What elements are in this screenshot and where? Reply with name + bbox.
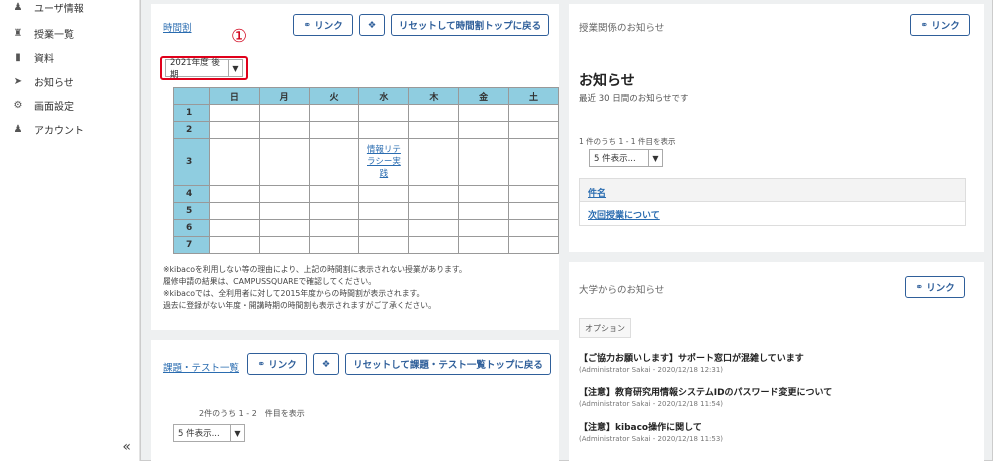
sidebar-item-resources[interactable]: ▮ 資料 xyxy=(12,48,54,66)
class-notices-subheading: 最近 30 日間のお知らせです xyxy=(579,94,689,104)
day-header: 火 xyxy=(308,87,360,105)
sidebar-item-label: ユーザ情報 xyxy=(34,3,84,15)
university-notices-panel: 大学からのお知らせ ⚭ リンク オプション 【ご協力お願いします】サポート窓口が… xyxy=(569,262,984,461)
assignments-expand-button[interactable]: ❖ xyxy=(313,353,339,375)
link-icon: ⚭ xyxy=(920,19,929,31)
assignments-page-size-select[interactable]: 5 件表示... ▼ xyxy=(173,424,245,442)
collapse-sidebar-button[interactable]: « xyxy=(122,439,131,455)
main-content: 時間割 ⚭ リンク ❖ リセットして時間割トップに戻る ① 2021年度 後期 … xyxy=(140,0,993,461)
period-label: 3 xyxy=(173,138,210,186)
class-notices-link-button[interactable]: ⚭ リンク xyxy=(910,14,970,36)
link-icon: ⚭ xyxy=(915,281,924,293)
timetable-reset-button[interactable]: リセットして時間割トップに戻る xyxy=(391,14,549,36)
period-label: 2 xyxy=(173,121,210,139)
class-notices-panel: 授業関係のお知らせ ⚭ リンク お知らせ 最近 30 日間のお知らせです 1 件… xyxy=(569,4,984,252)
subject-column-header[interactable]: 件名 xyxy=(588,186,606,199)
sidebar-item-courses[interactable]: ♜ 授業一覧 xyxy=(12,24,74,42)
news-title-link[interactable]: 【注意】kibaco操作に関して xyxy=(579,420,702,433)
period-label: 7 xyxy=(173,236,210,254)
day-header: 金 xyxy=(458,87,510,105)
timetable-note: ※kibacoを利用しない等の理由により、上記の時間割に表示されない授業がありま… xyxy=(163,265,467,274)
chevron-down-icon: ▼ xyxy=(648,150,662,166)
folder-icon: ▮ xyxy=(15,51,21,63)
period-label: 1 xyxy=(173,104,210,122)
assignments-panel: 課題・テスト一覧 ⚭ リンク ❖ リセットして課題・テスト一覧トップに戻る 2件… xyxy=(151,340,559,461)
expand-icon: ❖ xyxy=(321,358,331,370)
timetable-title[interactable]: 時間割 xyxy=(163,20,192,34)
timetable-note: ※kibacoでは、全利用者に対して2015年度からの時間割が表示されます。 xyxy=(163,289,425,298)
table-row: 次回授業について xyxy=(579,202,966,226)
class-notices-page-size-select[interactable]: 5 件表示... ▼ xyxy=(589,149,663,167)
chevron-down-icon: ▼ xyxy=(230,425,244,441)
class-notices-heading: お知らせ xyxy=(579,73,635,89)
class-notices-table-header: 件名 xyxy=(579,178,966,202)
university-notices-link-button[interactable]: ⚭ リンク xyxy=(905,276,965,298)
assignments-count: 2件のうち 1 - 2 件目を表示 xyxy=(199,409,305,418)
day-header: 土 xyxy=(508,87,559,105)
day-header: 日 xyxy=(208,87,260,105)
sidebar-item-account[interactable]: ♟ アカウント xyxy=(12,120,84,138)
link-icon: ⚭ xyxy=(257,358,266,370)
news-meta: (Administrator Sakai - 2020/12/18 12:31) xyxy=(579,366,724,374)
assignments-link-button[interactable]: ⚭ リンク xyxy=(247,353,307,375)
timetable-link-button[interactable]: ⚭ リンク xyxy=(293,14,353,36)
sidebar-item-label: 画面設定 xyxy=(34,101,74,113)
timetable-cell-course: 情報リテラシー実践 xyxy=(358,138,410,186)
sidebar-item-label: 授業一覧 xyxy=(34,29,74,41)
sidebar-item-label: アカウント xyxy=(34,125,84,137)
term-select[interactable]: 2021年度 後期 ▼ xyxy=(165,58,243,80)
graduation-cap-icon: ♜ xyxy=(13,27,23,39)
user-icon: ♟ xyxy=(13,1,23,13)
expand-icon: ❖ xyxy=(367,19,377,31)
sidebar-item-display-settings[interactable]: ⚙ 画面設定 xyxy=(12,96,74,114)
assignments-reset-button[interactable]: リセットして課題・テスト一覧トップに戻る xyxy=(345,353,551,375)
chevron-down-icon: ▼ xyxy=(228,60,242,76)
assignments-title[interactable]: 課題・テスト一覧 xyxy=(163,360,239,374)
sidebar-item-label: お知らせ xyxy=(34,77,74,89)
timetable-expand-button[interactable]: ❖ xyxy=(359,14,385,36)
timetable-note: 履修申請の結果は、CAMPUSSQUAREで確認してください。 xyxy=(163,277,377,286)
sidebar: ♟ ユーザ情報 ♜ 授業一覧 ▮ 資料 ➤ お知らせ ⚙ 画面設定 ♟ アカウン… xyxy=(0,0,140,461)
timetable-note: 過去に登録がない年度・開講時期の時間割も表示されますがご了承ください。 xyxy=(163,301,436,310)
day-header: 木 xyxy=(408,87,460,105)
day-header: 月 xyxy=(258,87,310,105)
sidebar-item-label: 資料 xyxy=(34,53,54,65)
university-notices-title: 大学からのお知らせ xyxy=(579,285,665,296)
corner-cell xyxy=(173,87,210,105)
sidebar-item-announcements[interactable]: ➤ お知らせ xyxy=(12,72,74,90)
gear-icon: ⚙ xyxy=(13,99,23,111)
notice-link[interactable]: 次回授業について xyxy=(588,208,660,221)
course-link[interactable]: 情報リテラシー実践 xyxy=(364,144,404,180)
sidebar-item-user-info[interactable]: ♟ ユーザ情報 xyxy=(12,0,84,16)
link-icon: ⚭ xyxy=(303,19,312,31)
timetable-grid: 日 月 火 水 木 金 土 1 2 3 情報リテラシー実践 4 5 6 7 xyxy=(173,87,559,254)
period-label: 4 xyxy=(173,185,210,203)
timetable-panel: 時間割 ⚭ リンク ❖ リセットして時間割トップに戻る ① 2021年度 後期 … xyxy=(151,4,559,330)
megaphone-icon: ➤ xyxy=(13,75,23,87)
news-title-link[interactable]: 【注意】教育研究用情報システムIDのパスワード変更について xyxy=(579,385,832,398)
class-notices-count: 1 件のうち 1 - 1 件目を表示 xyxy=(579,137,676,146)
class-notices-title: 授業関係のお知らせ xyxy=(579,23,665,34)
options-tab[interactable]: オプション xyxy=(579,318,631,338)
news-title-link[interactable]: 【ご協力お願いします】サポート窓口が混雑しています xyxy=(579,351,804,364)
news-meta: (Administrator Sakai - 2020/12/18 11:54) xyxy=(579,400,724,408)
day-header: 水 xyxy=(358,87,410,105)
period-label: 6 xyxy=(173,219,210,237)
news-meta: (Administrator Sakai - 2020/12/18 11:53) xyxy=(579,435,724,443)
step-marker: ① xyxy=(231,26,248,47)
user-icon: ♟ xyxy=(13,123,23,135)
period-label: 5 xyxy=(173,202,210,220)
